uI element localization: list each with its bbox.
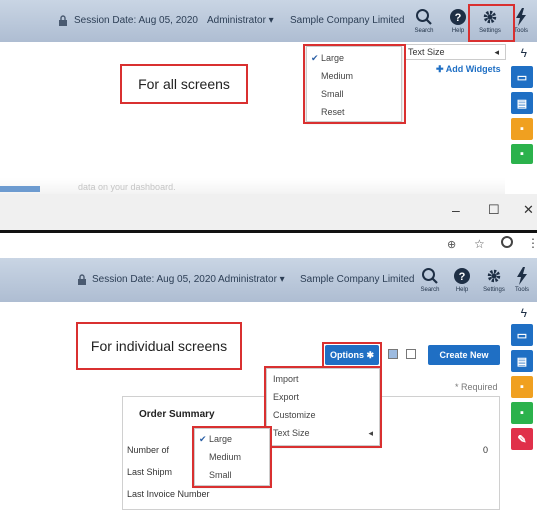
grid-view-icon[interactable] xyxy=(406,349,416,359)
company-name[interactable]: Sample Company Limited xyxy=(290,15,405,26)
top-right-sidebar: ϟ ▭ ▤ ▪ ▪ xyxy=(507,42,537,194)
search-icon xyxy=(416,9,432,25)
close-button[interactable]: ✕ xyxy=(523,202,534,218)
document-icon: ▪ xyxy=(520,407,524,419)
sidebar-edit-button[interactable]: ✎ xyxy=(511,428,533,450)
sidebar-layout-button[interactable]: ▤ xyxy=(511,92,533,114)
user-menu[interactable]: Administrator ▾ xyxy=(207,15,274,26)
caret-left-icon: ◂ xyxy=(494,47,499,57)
tools-label: Tools xyxy=(513,28,528,34)
lightning-icon xyxy=(517,267,527,285)
text-size-label: Text Size xyxy=(408,47,445,57)
widget-icon: ▭ xyxy=(516,329,528,342)
svg-text:?: ? xyxy=(455,12,462,24)
tools-button[interactable]: Tools xyxy=(507,258,537,302)
settings-label: Settings xyxy=(483,287,505,293)
row-label-shipment: Last Shipm xyxy=(127,467,173,477)
more-icon[interactable]: ⋮ xyxy=(527,236,537,250)
user-name: Administrator xyxy=(207,15,266,26)
top-header-bar: Session Date: Aug 05, 2020 Administrator… xyxy=(0,0,537,42)
profile-icon[interactable] xyxy=(501,236,513,248)
lightning-icon xyxy=(516,8,526,26)
session-date: Session Date: Aug 05, 2020 xyxy=(74,15,198,26)
gear-icon xyxy=(487,269,501,283)
row-value-number: 0 xyxy=(483,445,489,455)
size-menu-highlight xyxy=(192,426,272,488)
window-titlebar: – ☐ ✕ xyxy=(0,194,537,230)
zoom-icon[interactable]: ⊕ xyxy=(447,238,456,251)
user-menu[interactable]: Administrator ▾ xyxy=(218,274,285,285)
card-title: Order Summary xyxy=(139,409,215,420)
add-widgets-label: Add Widgets xyxy=(445,64,501,74)
lock-icon xyxy=(58,15,68,29)
search-button[interactable]: Search xyxy=(412,258,448,302)
sidebar-layout-button[interactable]: ▤ xyxy=(511,350,533,372)
layout-icon: ▤ xyxy=(516,355,528,368)
sidebar-doc-button[interactable]: ▪ xyxy=(511,402,533,424)
text-size-menu-item[interactable]: Text Size ◂ xyxy=(404,44,506,60)
sidebar-widget-button[interactable]: ▭ xyxy=(511,324,533,346)
lightning-icon: ϟ xyxy=(520,46,527,60)
sidebar-widget-button[interactable]: ▭ xyxy=(511,66,533,88)
tools-label: Tools xyxy=(514,287,529,293)
settings-highlight xyxy=(468,4,515,42)
required-note: * Required xyxy=(455,382,498,392)
company-name[interactable]: Sample Company Limited xyxy=(300,274,415,285)
help-icon: ? xyxy=(450,9,466,25)
widget-icon: ▭ xyxy=(516,71,528,84)
note-icon: ▪ xyxy=(520,381,524,393)
callout-individual-screens: For individual screens xyxy=(76,322,242,370)
plus-circle-icon: ✚ xyxy=(436,64,444,74)
faded-text: data on your dashboard. xyxy=(78,182,176,192)
top-menu-highlight xyxy=(303,44,406,124)
bottom-header-bar: Session Date: Aug 05, 2020 Administrator… xyxy=(0,258,537,302)
sidebar-note-button[interactable]: ▪ xyxy=(511,376,533,398)
row-label-invoice: Last Invoice Number xyxy=(127,489,210,499)
callout-all-screens: For all screens xyxy=(120,64,248,104)
sidebar-doc-button[interactable]: ▪ xyxy=(511,144,533,164)
maximize-button[interactable]: ☐ xyxy=(488,202,500,218)
add-widgets-link[interactable]: ✚ Add Widgets xyxy=(436,64,501,75)
search-label: Search xyxy=(420,287,440,293)
layout-icon: ▤ xyxy=(516,97,528,110)
search-label: Search xyxy=(414,28,434,34)
pencil-icon: ✎ xyxy=(517,433,527,446)
help-icon: ? xyxy=(454,268,470,284)
search-icon xyxy=(422,268,438,284)
browser-toolbar: ⊕ ☆ ⋮ xyxy=(0,233,537,257)
sidebar-note-button[interactable]: ▪ xyxy=(511,118,533,140)
bottom-right-sidebar: ϟ ▭ ▤ ▪ ▪ ✎ xyxy=(507,302,537,516)
faded-area xyxy=(0,178,505,194)
session-date: Session Date: Aug 05, 2020 xyxy=(92,274,216,285)
faded-bar xyxy=(0,186,40,192)
row-label-number: Number of xyxy=(127,445,170,455)
document-icon: ▪ xyxy=(520,148,524,160)
minimize-button[interactable]: – xyxy=(452,202,460,218)
user-name: Administrator xyxy=(218,274,277,285)
help-label: Help xyxy=(455,287,469,293)
help-label: Help xyxy=(451,28,465,34)
list-view-icon[interactable] xyxy=(388,349,398,359)
lock-icon xyxy=(77,274,87,288)
star-icon[interactable]: ☆ xyxy=(474,237,485,251)
lightning-icon: ϟ xyxy=(520,306,527,320)
create-new-button[interactable]: Create New xyxy=(428,345,500,365)
options-highlight xyxy=(322,342,382,368)
options-menu-highlight xyxy=(264,366,382,448)
note-icon: ▪ xyxy=(520,123,524,135)
svg-text:?: ? xyxy=(459,271,466,283)
search-button[interactable]: Search xyxy=(406,0,442,42)
help-button[interactable]: ? Help xyxy=(444,258,480,302)
